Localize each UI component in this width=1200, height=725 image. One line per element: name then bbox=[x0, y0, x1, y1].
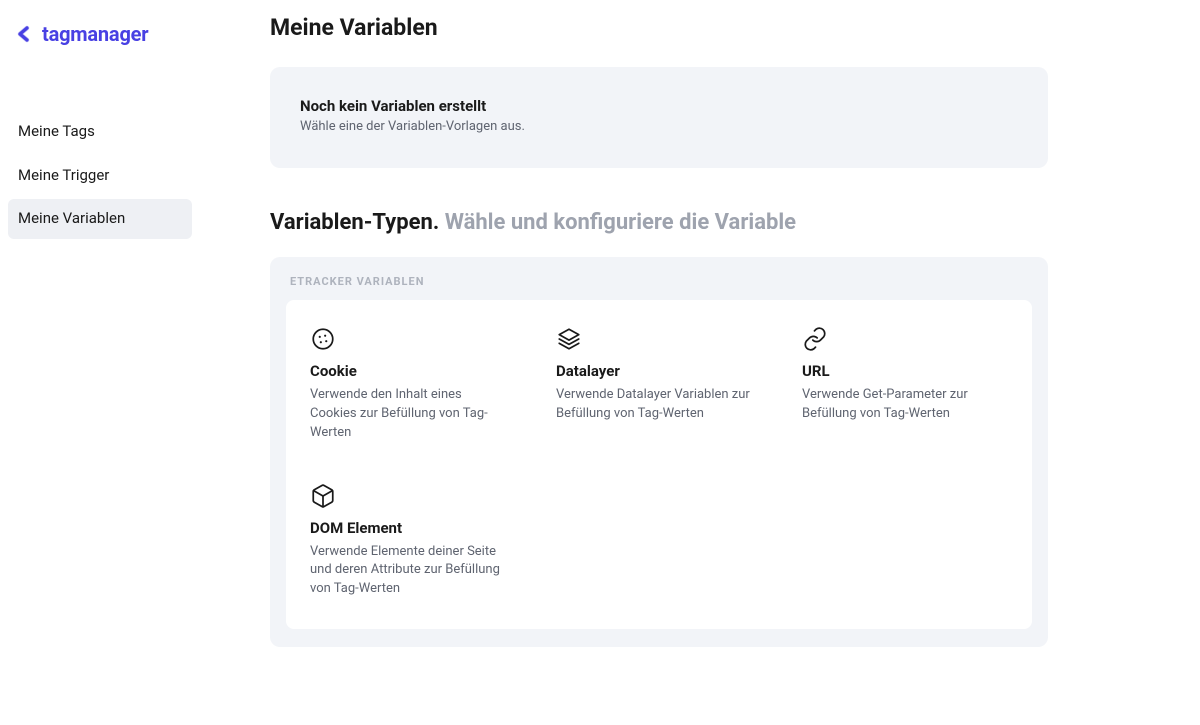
types-panel: ETRACKER VARIABLEN Cookie Verwende den I bbox=[270, 257, 1048, 647]
type-card-title: Datalayer bbox=[556, 362, 762, 380]
sidebar-item-trigger[interactable]: Meine Trigger bbox=[8, 156, 192, 196]
sidebar: tagmanager Meine Tags Meine Trigger Mein… bbox=[0, 0, 200, 725]
sidebar-nav: Meine Tags Meine Trigger Meine Variablen bbox=[8, 112, 192, 239]
type-card-title: URL bbox=[802, 362, 1008, 380]
types-group-label: ETRACKER VARIABLEN bbox=[290, 275, 1032, 288]
type-card-title: DOM Element bbox=[310, 519, 516, 537]
brand-logo-text: tagmanager bbox=[42, 22, 148, 46]
main-content: Meine Variablen Noch kein Variablen erst… bbox=[200, 0, 1200, 725]
type-card-datalayer[interactable]: Datalayer Verwende Datalayer Variablen z… bbox=[540, 320, 778, 449]
layers-icon bbox=[556, 326, 762, 352]
type-card-desc: Verwende Get-Parameter zur Befüllung von… bbox=[802, 386, 997, 424]
empty-state: Noch kein Variablen erstellt Wähle eine … bbox=[270, 67, 1048, 168]
type-card-desc: Verwende den Inhalt eines Cookies zur Be… bbox=[310, 386, 505, 443]
brand-logo-icon bbox=[12, 22, 36, 46]
cube-icon bbox=[310, 483, 516, 509]
types-heading: Variablen-Typen. Wähle und konfiguriere … bbox=[270, 210, 1048, 235]
types-heading-strong: Variablen-Typen. bbox=[270, 210, 445, 235]
sidebar-item-tags[interactable]: Meine Tags bbox=[8, 112, 192, 152]
type-card-dom-element[interactable]: DOM Element Verwende Elemente deiner Sei… bbox=[294, 477, 532, 606]
link-icon bbox=[802, 326, 1008, 352]
types-heading-muted: Wähle und konfiguriere die Variable bbox=[445, 210, 796, 235]
cookie-icon bbox=[310, 326, 516, 352]
sidebar-item-variablen[interactable]: Meine Variablen bbox=[8, 199, 192, 239]
type-card-desc: Verwende Elemente deiner Seite und deren… bbox=[310, 543, 505, 600]
brand-logo[interactable]: tagmanager bbox=[8, 18, 192, 54]
empty-state-subtitle: Wähle eine der Variablen-Vorlagen aus. bbox=[300, 119, 1018, 134]
empty-state-title: Noch kein Variablen erstellt bbox=[300, 97, 1018, 115]
type-card-url[interactable]: URL Verwende Get-Parameter zur Befüllung… bbox=[786, 320, 1024, 449]
type-card-desc: Verwende Datalayer Variablen zur Befüllu… bbox=[556, 386, 751, 424]
page-title: Meine Variablen bbox=[270, 14, 1048, 41]
type-card-title: Cookie bbox=[310, 362, 516, 380]
type-card-cookie[interactable]: Cookie Verwende den Inhalt eines Cookies… bbox=[294, 320, 532, 449]
types-grid: Cookie Verwende den Inhalt eines Cookies… bbox=[286, 300, 1032, 629]
